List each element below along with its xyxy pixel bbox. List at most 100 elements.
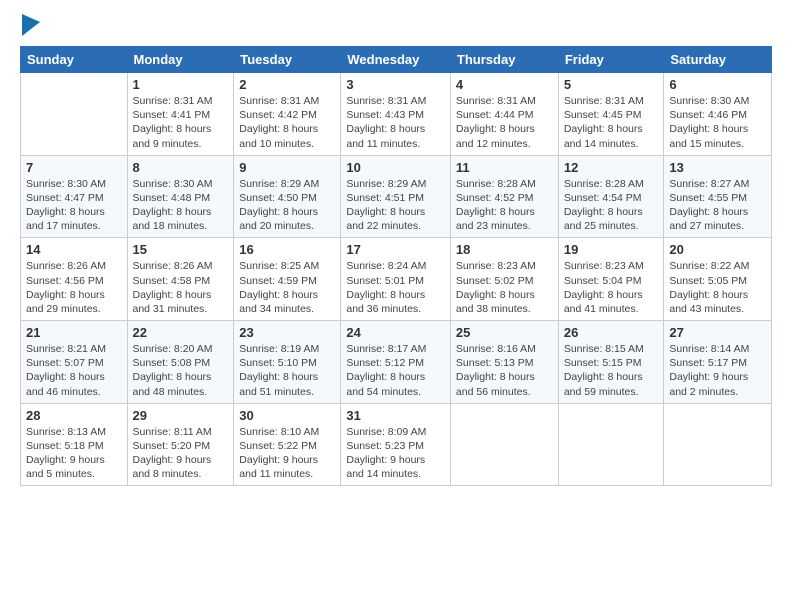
day-number: 15 (133, 242, 229, 257)
day-number: 10 (346, 160, 445, 175)
day-info: Sunrise: 8:26 AM Sunset: 4:56 PM Dayligh… (26, 259, 122, 316)
calendar-cell: 4 Sunrise: 8:31 AM Sunset: 4:44 PM Daylig… (450, 73, 558, 156)
day-info: Sunrise: 8:21 AM Sunset: 5:07 PM Dayligh… (26, 342, 122, 399)
logo-icon (22, 14, 40, 36)
day-info: Sunrise: 8:17 AM Sunset: 5:12 PM Dayligh… (346, 342, 445, 399)
day-number: 2 (239, 77, 335, 92)
day-info: Sunrise: 8:28 AM Sunset: 4:54 PM Dayligh… (564, 177, 659, 234)
calendar-cell: 19 Sunrise: 8:23 AM Sunset: 5:04 PM Dayli… (558, 238, 664, 321)
calendar-week-row: 14 Sunrise: 8:26 AM Sunset: 4:56 PM Dayli… (21, 238, 772, 321)
calendar-cell: 22 Sunrise: 8:20 AM Sunset: 5:08 PM Dayli… (127, 321, 234, 404)
calendar-cell: 5Sunrise: 8:31 AM Sunset: 4:45 PM Daylig… (558, 73, 664, 156)
calendar-cell (664, 403, 772, 486)
calendar-cell: 1 Sunrise: 8:31 AM Sunset: 4:41 PM Daylig… (127, 73, 234, 156)
calendar-cell: 12 Sunrise: 8:28 AM Sunset: 4:54 PM Dayli… (558, 155, 664, 238)
calendar-cell: 7 Sunrise: 8:30 AM Sunset: 4:47 PM Daylig… (21, 155, 128, 238)
day-info: Sunrise: 8:22 AM Sunset: 5:05 PM Dayligh… (669, 259, 766, 316)
day-info: Sunrise: 8:24 AM Sunset: 5:01 PM Dayligh… (346, 259, 445, 316)
day-number: 18 (456, 242, 553, 257)
day-number: 23 (239, 325, 335, 340)
day-number: 14 (26, 242, 122, 257)
calendar-cell: 30 Sunrise: 8:10 AM Sunset: 5:22 PM Dayli… (234, 403, 341, 486)
calendar-week-row: 1 Sunrise: 8:31 AM Sunset: 4:41 PM Daylig… (21, 73, 772, 156)
day-info: Sunrise: 8:20 AM Sunset: 5:08 PM Dayligh… (133, 342, 229, 399)
day-info: Sunrise: 8:29 AM Sunset: 4:51 PM Dayligh… (346, 177, 445, 234)
day-info: Sunrise: 8:25 AM Sunset: 4:59 PM Dayligh… (239, 259, 335, 316)
day-info: Sunrise: 8:13 AM Sunset: 5:18 PM Dayligh… (26, 425, 122, 482)
calendar-cell: 21 Sunrise: 8:21 AM Sunset: 5:07 PM Dayli… (21, 321, 128, 404)
calendar-cell (558, 403, 664, 486)
calendar-cell: 13 Sunrise: 8:27 AM Sunset: 4:55 PM Dayli… (664, 155, 772, 238)
logo (20, 16, 40, 36)
calendar-cell: 27Sunrise: 8:14 AM Sunset: 5:17 PM Dayli… (664, 321, 772, 404)
day-number: 26 (564, 325, 659, 340)
day-number: 22 (133, 325, 229, 340)
calendar-cell: 8 Sunrise: 8:30 AM Sunset: 4:48 PM Daylig… (127, 155, 234, 238)
header (20, 16, 772, 36)
day-info: Sunrise: 8:11 AM Sunset: 5:20 PM Dayligh… (133, 425, 229, 482)
day-info: Sunrise: 8:23 AM Sunset: 5:04 PM Dayligh… (564, 259, 659, 316)
day-info: Sunrise: 8:23 AM Sunset: 5:02 PM Dayligh… (456, 259, 553, 316)
page: SundayMondayTuesdayWednesdayThursdayFrid… (0, 0, 792, 612)
calendar-cell: 26 Sunrise: 8:15 AM Sunset: 5:15 PM Dayli… (558, 321, 664, 404)
calendar-cell: 29 Sunrise: 8:11 AM Sunset: 5:20 PM Dayli… (127, 403, 234, 486)
day-number: 28 (26, 408, 122, 423)
calendar-cell: 9 Sunrise: 8:29 AM Sunset: 4:50 PM Daylig… (234, 155, 341, 238)
day-number: 16 (239, 242, 335, 257)
day-number: 1 (133, 77, 229, 92)
day-info: Sunrise: 8:30 AM Sunset: 4:48 PM Dayligh… (133, 177, 229, 234)
day-number: 20 (669, 242, 766, 257)
day-number: 8 (133, 160, 229, 175)
day-number: 12 (564, 160, 659, 175)
day-number: 13 (669, 160, 766, 175)
day-info: Sunrise: 8:14 AM Sunset: 5:17 PM Dayligh… (669, 342, 766, 399)
calendar-week-row: 28 Sunrise: 8:13 AM Sunset: 5:18 PM Dayli… (21, 403, 772, 486)
logo-text (20, 16, 40, 36)
calendar-cell: 17 Sunrise: 8:24 AM Sunset: 5:01 PM Dayli… (341, 238, 451, 321)
weekday-header: Saturday (664, 47, 772, 73)
day-number: 3 (346, 77, 445, 92)
calendar-cell: 24Sunrise: 8:17 AM Sunset: 5:12 PM Dayli… (341, 321, 451, 404)
calendar-cell: 25Sunrise: 8:16 AM Sunset: 5:13 PM Dayli… (450, 321, 558, 404)
day-info: Sunrise: 8:30 AM Sunset: 4:47 PM Dayligh… (26, 177, 122, 234)
day-number: 9 (239, 160, 335, 175)
weekday-header: Thursday (450, 47, 558, 73)
day-info: Sunrise: 8:09 AM Sunset: 5:23 PM Dayligh… (346, 425, 445, 482)
calendar-cell: 28 Sunrise: 8:13 AM Sunset: 5:18 PM Dayli… (21, 403, 128, 486)
calendar-header-row: SundayMondayTuesdayWednesdayThursdayFrid… (21, 47, 772, 73)
day-number: 21 (26, 325, 122, 340)
day-number: 4 (456, 77, 553, 92)
day-number: 7 (26, 160, 122, 175)
calendar-cell: 23 Sunrise: 8:19 AM Sunset: 5:10 PM Dayli… (234, 321, 341, 404)
weekday-header: Monday (127, 47, 234, 73)
day-number: 25 (456, 325, 553, 340)
calendar-week-row: 21 Sunrise: 8:21 AM Sunset: 5:07 PM Dayli… (21, 321, 772, 404)
calendar-cell (21, 73, 128, 156)
day-number: 17 (346, 242, 445, 257)
day-info: Sunrise: 8:10 AM Sunset: 5:22 PM Dayligh… (239, 425, 335, 482)
calendar-cell: 31Sunrise: 8:09 AM Sunset: 5:23 PM Dayli… (341, 403, 451, 486)
calendar-week-row: 7 Sunrise: 8:30 AM Sunset: 4:47 PM Daylig… (21, 155, 772, 238)
calendar-cell: 16 Sunrise: 8:25 AM Sunset: 4:59 PM Dayli… (234, 238, 341, 321)
calendar-cell: 20 Sunrise: 8:22 AM Sunset: 5:05 PM Dayli… (664, 238, 772, 321)
calendar-cell: 3 Sunrise: 8:31 AM Sunset: 4:43 PM Daylig… (341, 73, 451, 156)
day-info: Sunrise: 8:31 AM Sunset: 4:45 PM Dayligh… (564, 94, 659, 151)
day-info: Sunrise: 8:28 AM Sunset: 4:52 PM Dayligh… (456, 177, 553, 234)
day-info: Sunrise: 8:15 AM Sunset: 5:15 PM Dayligh… (564, 342, 659, 399)
day-number: 30 (239, 408, 335, 423)
calendar-cell (450, 403, 558, 486)
day-info: Sunrise: 8:19 AM Sunset: 5:10 PM Dayligh… (239, 342, 335, 399)
day-number: 19 (564, 242, 659, 257)
day-number: 29 (133, 408, 229, 423)
weekday-header: Wednesday (341, 47, 451, 73)
day-info: Sunrise: 8:26 AM Sunset: 4:58 PM Dayligh… (133, 259, 229, 316)
day-number: 6 (669, 77, 766, 92)
day-info: Sunrise: 8:31 AM Sunset: 4:42 PM Dayligh… (239, 94, 335, 151)
day-info: Sunrise: 8:27 AM Sunset: 4:55 PM Dayligh… (669, 177, 766, 234)
calendar-table: SundayMondayTuesdayWednesdayThursdayFrid… (20, 46, 772, 486)
day-info: Sunrise: 8:31 AM Sunset: 4:43 PM Dayligh… (346, 94, 445, 151)
day-info: Sunrise: 8:31 AM Sunset: 4:44 PM Dayligh… (456, 94, 553, 151)
day-info: Sunrise: 8:31 AM Sunset: 4:41 PM Dayligh… (133, 94, 229, 151)
weekday-header: Friday (558, 47, 664, 73)
day-info: Sunrise: 8:29 AM Sunset: 4:50 PM Dayligh… (239, 177, 335, 234)
